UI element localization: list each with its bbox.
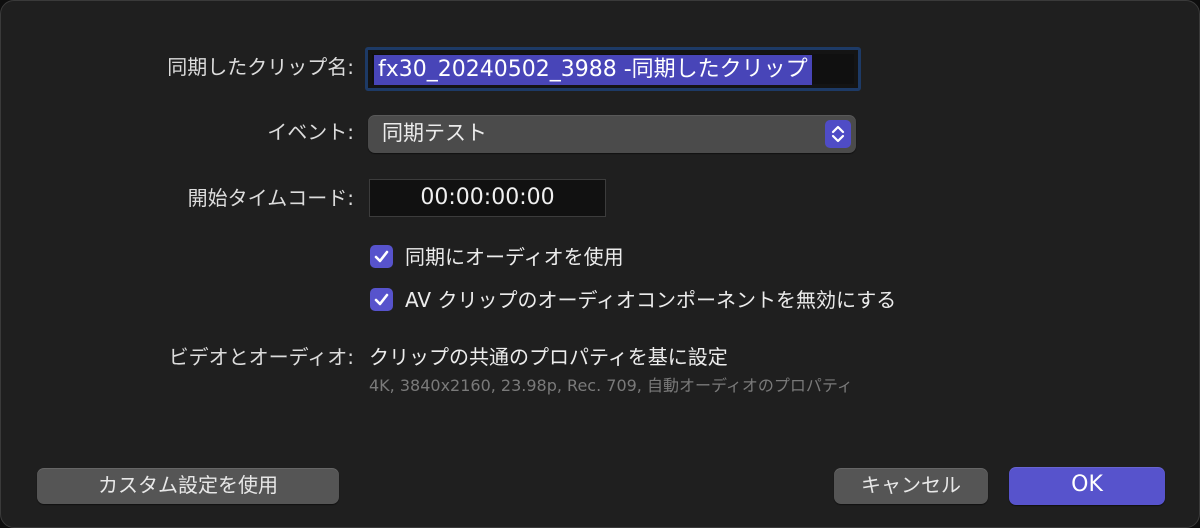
checkmark-icon bbox=[374, 293, 389, 306]
clip-name-field[interactable]: fx30_20240502_3988 -同期したクリップ bbox=[365, 47, 861, 91]
popup-chevrons-icon[interactable] bbox=[825, 120, 851, 148]
disable-av-audio-label[interactable]: AV クリップのオーディオコンポーネントを無効にする bbox=[405, 286, 896, 314]
disable-av-audio-checkbox[interactable] bbox=[370, 288, 393, 311]
video-audio-detail: 4K, 3840x2160, 23.98p, Rec. 709, 自動オーディオ… bbox=[369, 376, 853, 395]
video-audio-label: ビデオとオーディオ: bbox=[168, 345, 354, 369]
use-audio-sync-checkbox[interactable] bbox=[370, 245, 393, 268]
timecode-field[interactable]: 00:00:00:00 bbox=[369, 179, 606, 217]
timecode-label: 開始タイムコード: bbox=[187, 186, 354, 210]
ok-button[interactable]: OK bbox=[1009, 467, 1165, 505]
use-custom-settings-button[interactable]: カスタム設定を使用 bbox=[37, 468, 339, 504]
cancel-button[interactable]: キャンセル bbox=[834, 468, 988, 504]
event-popup-value: 同期テスト bbox=[382, 121, 487, 145]
checkmark-icon bbox=[374, 250, 389, 263]
clip-name-label: 同期したクリップ名: bbox=[167, 55, 354, 79]
clip-name-selected-text[interactable]: fx30_20240502_3988 -同期したクリップ bbox=[374, 55, 812, 85]
video-audio-value: クリップの共通のプロパティを基に設定 bbox=[369, 345, 728, 369]
event-label: イベント: bbox=[267, 120, 354, 144]
sync-clip-dialog: 同期したクリップ名: fx30_20240502_3988 -同期したクリップ … bbox=[0, 0, 1200, 528]
event-popup[interactable]: 同期テスト bbox=[368, 115, 856, 153]
use-audio-sync-label[interactable]: 同期にオーディオを使用 bbox=[405, 243, 624, 271]
